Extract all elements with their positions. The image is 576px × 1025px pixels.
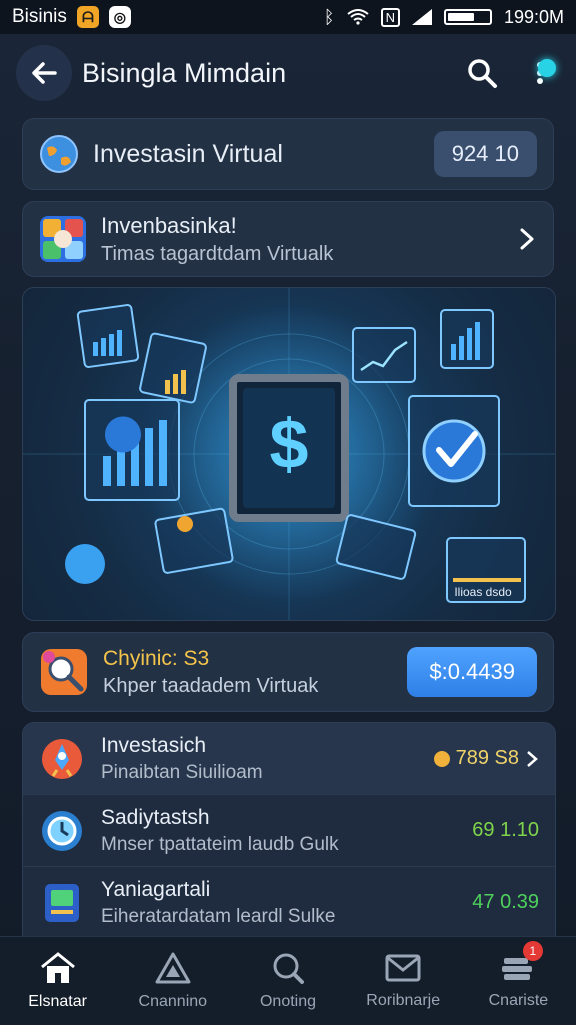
balance-card-title: Chyinic: S3 (103, 646, 210, 670)
bluetooth-icon: ᛒ (323, 6, 335, 27)
mail-icon (385, 954, 421, 982)
search-icon (273, 953, 304, 984)
list-item-value: 69 1.10 (472, 819, 539, 841)
list-item-title: Sadiytastsh (101, 805, 210, 829)
svg-text:$: $ (270, 405, 309, 483)
info-card[interactable]: Invenbasinka! Timas tagardtdam Virtualk (22, 201, 554, 277)
battery-icon (443, 9, 492, 25)
nav-item-home[interactable]: Elsnatar (0, 937, 115, 1025)
info-card-subtitle: Timas tagardtdam Virtualk (101, 242, 334, 265)
balance-card-subtitle: Khper taadadem Virtuak (103, 674, 319, 697)
globe-icon (40, 135, 78, 173)
carrier-label: Bisinis (12, 6, 67, 27)
list-item[interactable]: Investasich Pinaibtan Siuilioam 789 S8 (23, 723, 555, 795)
wifi-icon (346, 9, 369, 25)
page-title: Bisingla Mimdain (82, 57, 287, 88)
list-item-title: Yaniagartali (101, 877, 211, 901)
nav-item-search[interactable]: Onoting (230, 937, 345, 1025)
virtual-card-title: Investasin Virtual (93, 139, 283, 168)
search-button[interactable] (460, 51, 504, 95)
signal-icon (411, 9, 432, 25)
balance-value-button[interactable]: $:0.4439 (407, 647, 537, 697)
notification-orange-icon: ᗩ (76, 6, 99, 28)
list-item-subtitle: Pinaibtan Siuilioam (101, 761, 263, 783)
virtual-investment-card[interactable]: Investasin Virtual 924 10 (22, 118, 554, 190)
nav-item-messages[interactable]: Roribnarje (346, 937, 461, 1025)
nav-label: Cnariste (488, 992, 549, 1009)
status-bar: Bisinis ᗩ ◎ ᛒ N 199:0M (0, 0, 576, 34)
nav-item-alerts[interactable]: Cnannino (115, 937, 230, 1025)
bottom-navigation: Elsnatar Cnannino Onoting Roribnarje 1 C… (0, 936, 576, 1025)
chevron-right-icon (527, 750, 538, 767)
warning-triangle-icon (155, 952, 191, 984)
more-button[interactable] (520, 51, 560, 95)
nav-label: Roribnarje (366, 992, 441, 1009)
nav-item-stack[interactable]: 1 Cnariste (461, 937, 576, 1025)
notification-badge: 1 (522, 941, 543, 961)
list-item[interactable]: Sadiytastsh Mnser tpattateim laudb Gulk … (23, 795, 555, 867)
nav-label: Cnannino (138, 993, 208, 1010)
nav-label: Elsnatar (28, 993, 87, 1010)
list-item-value-group: 789 S8 (433, 747, 539, 770)
clock: 199:0M (503, 6, 564, 27)
app-bar: Bisingla Mimdain (0, 38, 576, 108)
book-icon (45, 883, 79, 922)
notification-dot (538, 59, 556, 77)
magnifier-app-icon (41, 649, 87, 695)
timer-icon (42, 810, 82, 851)
list-item-subtitle: Eiheratardatam leardl Sulke (101, 905, 336, 927)
balance-card[interactable]: Chyinic: S3 Khper taadadem Virtuak $:0.4… (22, 632, 554, 712)
hero-graphic: $ Ilioas dsdo (23, 288, 555, 620)
back-button[interactable] (16, 45, 72, 101)
virtual-value-pill[interactable]: 924 10 (433, 131, 537, 177)
search-icon (468, 59, 497, 88)
nav-label: Onoting (259, 993, 317, 1010)
list-item-value: 789 S8 (455, 747, 519, 769)
hero-label: Ilioas dsdo (454, 585, 512, 599)
finance-dashboard-illustration: $ Ilioas dsdo (22, 287, 556, 621)
investment-list: Investasich Pinaibtan Siuilioam 789 S8 S… (22, 722, 556, 938)
puzzle-app-icon (40, 216, 86, 262)
list-item[interactable]: Yaniagartali Eiheratardatam leardl Sulke… (23, 867, 555, 937)
info-card-title: Invenbasinka! (101, 212, 237, 238)
rocket-icon (42, 738, 82, 779)
home-icon (40, 952, 75, 983)
chevron-right-icon (520, 228, 534, 250)
list-item-value: 47 0.39 (472, 891, 539, 913)
nfc-icon: N (380, 7, 400, 27)
list-item-subtitle: Mnser tpattateim laudb Gulk (101, 833, 339, 855)
coin-icon (433, 750, 450, 767)
notification-white-icon: ◎ (108, 6, 131, 28)
list-item-title: Investasich (101, 733, 207, 757)
back-arrow-icon (32, 62, 57, 84)
